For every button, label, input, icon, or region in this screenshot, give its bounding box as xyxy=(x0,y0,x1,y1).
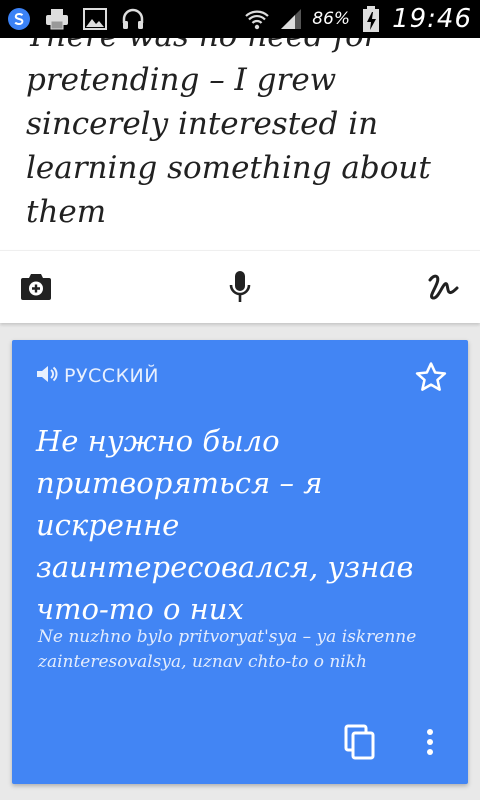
target-language-label: РУССКИЙ xyxy=(64,365,159,387)
language-row[interactable]: РУССКИЙ xyxy=(36,364,159,388)
translation-text: Не нужно было притворяться – я искренне … xyxy=(36,424,414,626)
wifi-icon xyxy=(244,6,270,32)
camera-plus-icon xyxy=(21,274,51,300)
more-options-icon[interactable] xyxy=(418,724,442,760)
clock: 19:46 xyxy=(392,4,472,34)
handwriting-button[interactable] xyxy=(426,269,462,305)
image-icon xyxy=(82,6,108,32)
speaker-icon[interactable] xyxy=(36,364,58,388)
status-bar: 86% 19:46 xyxy=(0,0,480,38)
battery-charging-icon xyxy=(358,6,384,32)
headphones-icon xyxy=(120,6,146,32)
translation-card[interactable]: РУССКИЙ Не нужно было притворяться – я и… xyxy=(12,340,468,784)
app-s-icon xyxy=(6,6,32,32)
microphone-button[interactable] xyxy=(222,269,258,305)
camera-button[interactable] xyxy=(18,269,54,305)
transliteration-text: Ne nuzhno bylo pritvoryat'sya – ya iskre… xyxy=(38,627,417,672)
microphone-icon xyxy=(229,271,251,302)
signal-icon xyxy=(278,6,304,32)
source-input-area[interactable]: There was no need for pretending – I gre… xyxy=(0,38,480,250)
input-toolbar xyxy=(0,250,480,323)
copy-icon[interactable] xyxy=(342,724,378,760)
handwriting-icon xyxy=(428,274,459,300)
battery-percent: 86% xyxy=(312,9,351,29)
printer-icon xyxy=(44,6,70,32)
source-text[interactable]: There was no need for pretending – I gre… xyxy=(26,38,466,234)
star-icon[interactable] xyxy=(414,360,448,394)
